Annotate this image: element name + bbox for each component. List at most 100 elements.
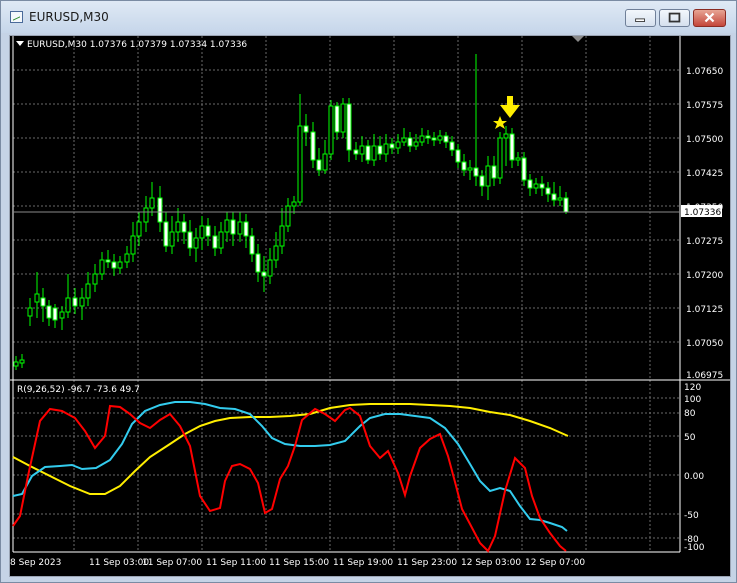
bull-candle — [413, 141, 419, 147]
bull-candle — [224, 219, 230, 233]
star-icon — [493, 116, 507, 129]
bear-candle — [249, 235, 255, 255]
bear-candle — [255, 253, 261, 273]
indicator-line-red — [12, 404, 567, 553]
bull-candle — [328, 105, 334, 155]
bull-candle — [136, 221, 142, 237]
bear-candle — [310, 131, 316, 161]
bear-candle — [205, 225, 211, 237]
indicator-scale[interactable]: 120 100 80 50 0.00 -50 -80 -100 — [684, 383, 705, 553]
bear-candle — [346, 103, 352, 151]
time-label: 8 Sep 2023 — [10, 558, 61, 568]
time-label: 11 Sep 11:00 — [206, 558, 266, 568]
chart-shift-triangle-icon[interactable] — [572, 36, 584, 42]
bear-candle — [46, 305, 52, 319]
time-label: 12 Sep 03:00 — [461, 558, 521, 568]
time-label: 11 Sep 03:00 — [89, 558, 149, 568]
bear-candle — [473, 167, 479, 177]
bear-candle — [479, 175, 485, 187]
time-label: 11 Sep 07:00 — [142, 558, 202, 568]
bull-candle — [34, 293, 40, 303]
price-label: 1.07500 — [686, 135, 723, 145]
bull-candle — [65, 297, 71, 313]
bull-candle — [99, 259, 105, 275]
price-label: 1.07050 — [686, 339, 723, 349]
close-button[interactable] — [693, 9, 726, 27]
price-label: 1.07200 — [686, 271, 723, 281]
bull-candle — [322, 153, 328, 171]
price-label: 1.07425 — [686, 169, 723, 179]
chart-area[interactable]: EURUSD,M30 1.07376 1.07379 1.07334 1.073… — [9, 35, 731, 577]
bull-candle — [503, 133, 509, 139]
indicator-scale-label: -50 — [684, 511, 699, 521]
bear-candle — [407, 137, 413, 147]
bear-candle — [187, 231, 193, 249]
indicator-scale-label: -100 — [684, 543, 705, 553]
bear-candle — [212, 235, 218, 249]
bull-candle — [467, 167, 473, 171]
bear-candle — [163, 221, 169, 247]
bear-candle — [316, 159, 322, 171]
bear-candle — [377, 145, 383, 155]
bear-candle — [461, 161, 467, 171]
minimize-button[interactable] — [625, 9, 656, 27]
bull-candle — [27, 307, 33, 317]
price-label: 1.07650 — [686, 67, 723, 77]
bull-candle — [124, 253, 130, 263]
bull-candle — [169, 231, 175, 247]
bull-candle — [285, 205, 291, 227]
time-scale[interactable]: 8 Sep 2023 11 Sep 03:00 11 Sep 07:00 11 … — [10, 558, 585, 568]
bear-candle — [353, 149, 359, 155]
bull-candle — [218, 231, 224, 249]
bull-candle — [13, 361, 19, 367]
maximize-icon — [668, 12, 681, 23]
bull-candle — [237, 221, 243, 235]
bear-candle — [389, 143, 395, 149]
time-label: 11 Sep 15:00 — [269, 558, 329, 568]
price-label: 1.07575 — [686, 101, 723, 111]
indicator-scale-label: 0.00 — [684, 472, 704, 482]
price-label: 1.07125 — [686, 305, 723, 315]
bull-candle — [19, 359, 25, 364]
chart-window: EURUSD,M30 EURUSD,M30 1.07376 1.07379 1.… — [0, 0, 737, 583]
bull-candle — [267, 259, 273, 277]
bull-candle — [130, 235, 136, 255]
header-dropdown-icon[interactable] — [16, 41, 24, 46]
bear-candle — [491, 165, 497, 179]
bull-candle — [557, 197, 563, 201]
time-label: 11 Sep 19:00 — [333, 558, 393, 568]
bear-candle — [443, 135, 449, 143]
bear-candle — [40, 297, 46, 307]
bear-candle — [425, 135, 431, 139]
bear-candle — [545, 187, 551, 195]
bull-candle — [437, 135, 443, 141]
price-label: 1.06975 — [686, 371, 723, 381]
bear-candle — [261, 271, 267, 277]
title-bar[interactable]: EURUSD,M30 — [1, 1, 736, 33]
minimize-icon — [635, 18, 645, 22]
bull-candle — [359, 145, 365, 155]
indicator-line-yellow — [12, 403, 569, 495]
price-scale[interactable]: 1.07650 1.07575 1.07500 1.07425 1.07350 … — [686, 67, 723, 381]
indicator-scale-label: 120 — [684, 383, 701, 393]
bull-candle — [79, 297, 85, 307]
chart-window-icon — [10, 11, 23, 23]
bear-candle — [449, 141, 455, 151]
bear-candle — [105, 259, 111, 263]
bull-candle — [59, 311, 65, 319]
bear-candle — [539, 183, 545, 189]
bull-candle — [199, 225, 205, 239]
close-icon — [704, 12, 715, 23]
time-label: 12 Sep 07:00 — [525, 558, 585, 568]
down-arrow-icon — [500, 96, 520, 118]
bear-candle — [111, 261, 117, 269]
maximize-button[interactable] — [659, 9, 690, 27]
bear-candle — [563, 197, 569, 213]
indicator-scale-label: 80 — [684, 409, 696, 419]
bear-candle — [521, 157, 527, 181]
bull-candle — [340, 103, 346, 133]
bear-candle — [551, 193, 557, 201]
bull-candle — [485, 165, 491, 187]
bull-candle — [279, 225, 285, 247]
bear-candle — [365, 145, 371, 161]
